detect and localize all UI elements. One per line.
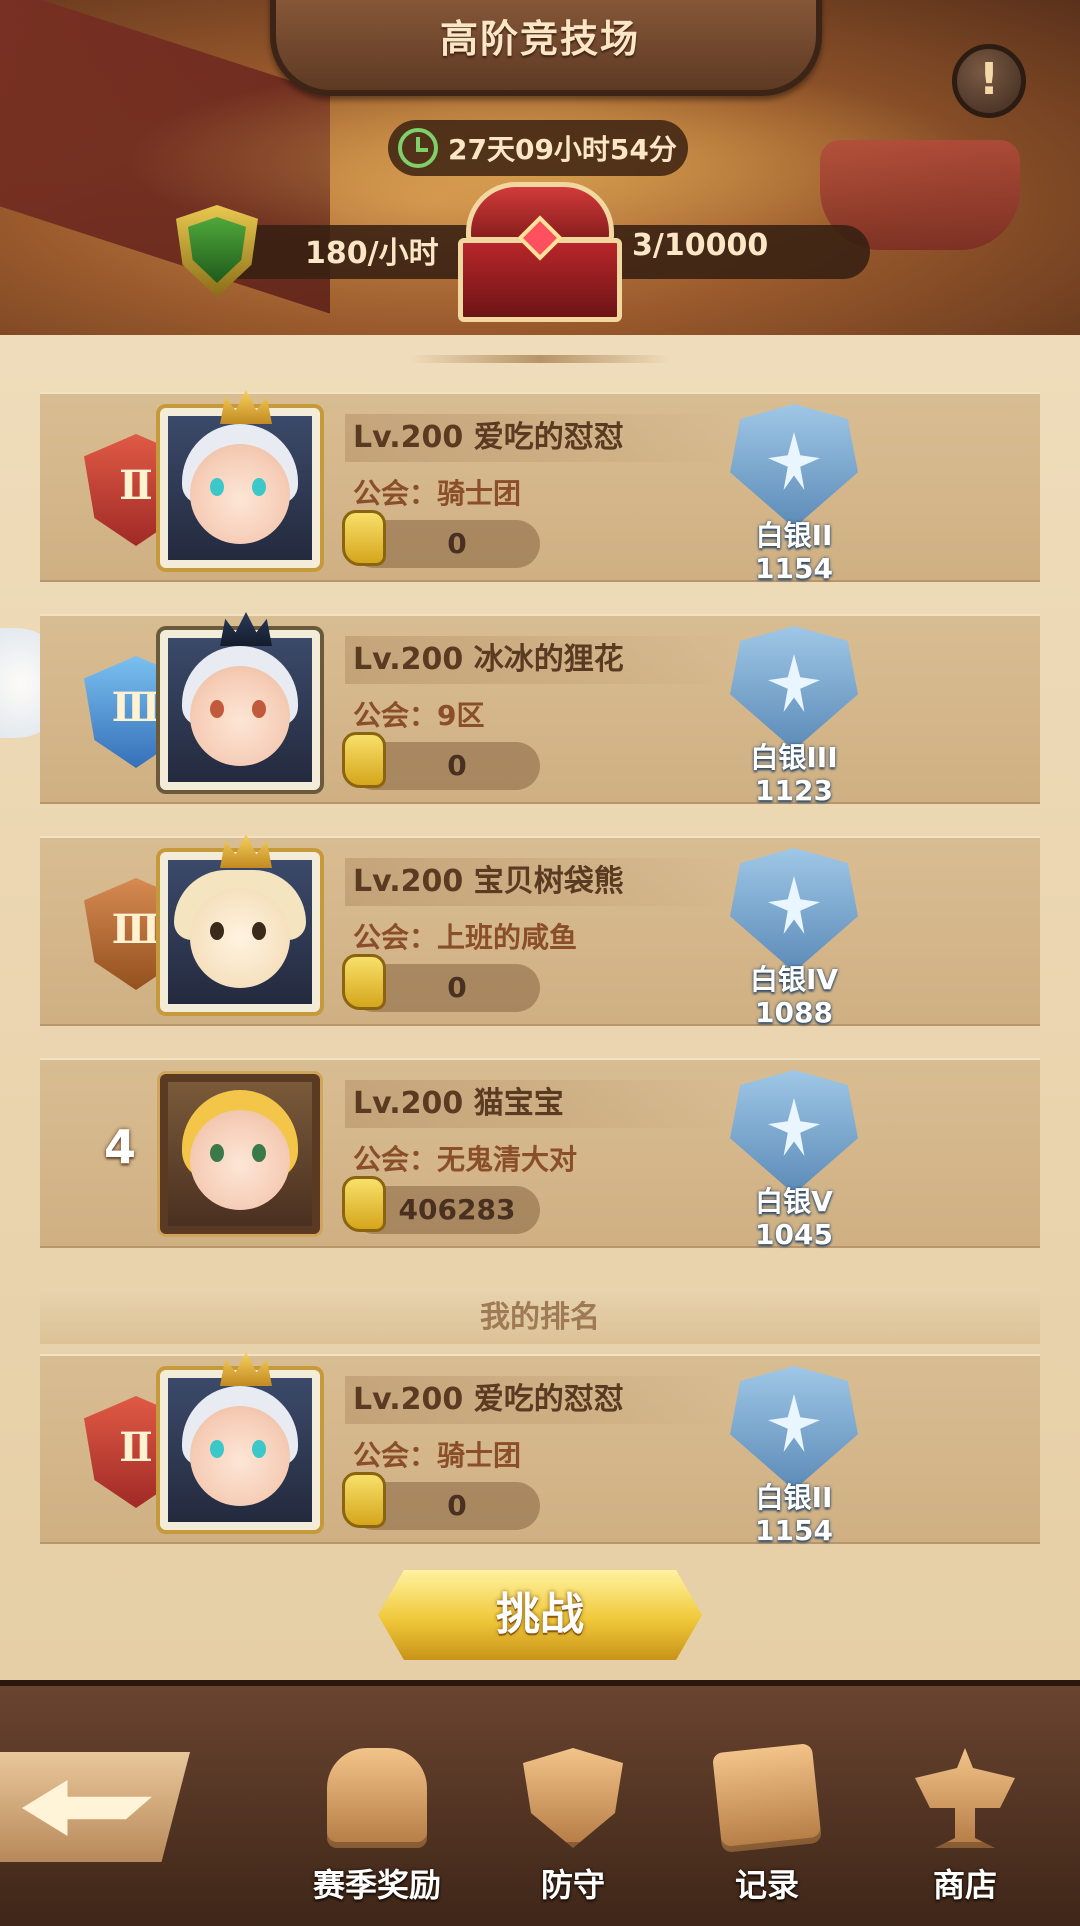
player-guild: 公会：无鬼清大对 [353, 1143, 578, 1176]
nav-label: 商店 [932, 1866, 997, 1904]
tier-score: 1154 [755, 1514, 833, 1547]
fist-icon [342, 1176, 386, 1232]
tier-name: 白银II [755, 1481, 833, 1514]
tier-name: 白银V [755, 1185, 833, 1218]
crown-icon [220, 390, 272, 424]
fist-icon [342, 732, 386, 788]
player-avatar[interactable] [160, 390, 320, 568]
player-name: Lv.200 爱吃的怼怼 [345, 414, 733, 462]
player-guild: 公会：9区 [353, 699, 485, 732]
nav-defense[interactable]: 防守 [488, 1730, 658, 1920]
silver-tier-icon [730, 1070, 858, 1194]
chest-icon [327, 1748, 427, 1848]
challenge-button[interactable]: 挑战 [378, 1570, 702, 1660]
ranking-row[interactable]: Ⅱ Lv.200 爱吃的怼怼 公会：骑士团 0 白银II 1154 [40, 390, 1040, 585]
player-avatar[interactable] [160, 1352, 320, 1530]
nav-label: 赛季奖励 [312, 1866, 441, 1904]
timer-text: 27天09小时54分 [448, 133, 677, 166]
silver-tier-icon [730, 1366, 858, 1490]
player-avatar[interactable] [160, 834, 320, 1012]
power-value: 406283 [398, 1193, 516, 1226]
nav-season-rewards[interactable]: 赛季奖励 [292, 1730, 462, 1920]
divider-ornament [410, 355, 670, 363]
tier-score: 1154 [755, 552, 833, 585]
fist-icon [342, 510, 386, 566]
nav-shop[interactable]: 商店 [880, 1730, 1050, 1920]
season-timer: 27天09小时54分 [388, 120, 688, 176]
ranking-row[interactable]: 4 Lv.200 猫宝宝 公会：无鬼清大对 406283 白银V 1045 [40, 1058, 1040, 1251]
chest-count: 3/10000 [632, 228, 769, 263]
player-name: Lv.200 宝贝树袋熊 [345, 858, 733, 906]
nav-label: 防守 [540, 1866, 605, 1904]
scroll-icon [712, 1743, 822, 1853]
player-name: Lv.200 冰冰的狸花 [345, 636, 733, 684]
silver-tier-icon [730, 626, 858, 750]
ranking-row[interactable]: Ⅲ Lv.200 宝贝树袋熊 公会：上班的咸鱼 0 白银IV 1088 [40, 834, 1040, 1029]
tier-score: 1123 [755, 774, 833, 807]
silver-tier-icon [730, 848, 858, 972]
silver-tier-icon [730, 404, 858, 528]
player-avatar[interactable] [160, 612, 320, 790]
crown-icon [220, 834, 272, 868]
player-guild: 公会：上班的咸鱼 [353, 921, 578, 954]
tier-score: 1088 [755, 996, 833, 1029]
player-guild: 公会：骑士团 [353, 1439, 522, 1472]
player-guild: 公会：骑士团 [353, 477, 522, 510]
power-value: 0 [447, 971, 467, 1004]
tier-score: 1045 [755, 1218, 833, 1251]
my-rank-header: 我的排名 [40, 1292, 1040, 1344]
my-ranking-row[interactable]: Ⅱ Lv.200 爱吃的怼怼 公会：骑士团 0 白银II 1154 [40, 1352, 1040, 1547]
nav-records[interactable]: 记录 [682, 1730, 852, 1920]
nav-label: 记录 [734, 1866, 799, 1904]
shield-icon [523, 1748, 623, 1848]
info-button[interactable]: ! [952, 44, 1026, 118]
pirate-hat-icon [220, 612, 272, 646]
power-value: 0 [447, 1489, 467, 1522]
power-value: 0 [447, 527, 467, 560]
treasure-chest-icon[interactable] [458, 182, 622, 322]
crown-icon [220, 1352, 272, 1386]
page-title: 高阶竞技场 [439, 17, 640, 61]
fist-icon [342, 954, 386, 1010]
player-name: Lv.200 猫宝宝 [345, 1080, 733, 1128]
clock-icon [398, 128, 438, 168]
player-name: Lv.200 爱吃的怼怼 [345, 1376, 733, 1424]
scale-icon [915, 1748, 1015, 1848]
reward-rate: 180/小时 [305, 236, 439, 271]
tier-name: 白银III [750, 741, 838, 774]
tier-name: 白银IV [749, 963, 839, 996]
ranking-row[interactable]: Ⅲ Lv.200 冰冰的狸花 公会：9区 0 白银III 1123 [40, 612, 1040, 807]
tier-name: 白银II [755, 519, 833, 552]
player-avatar[interactable] [160, 1074, 320, 1234]
fist-icon [342, 1472, 386, 1528]
power-value: 0 [447, 749, 467, 782]
